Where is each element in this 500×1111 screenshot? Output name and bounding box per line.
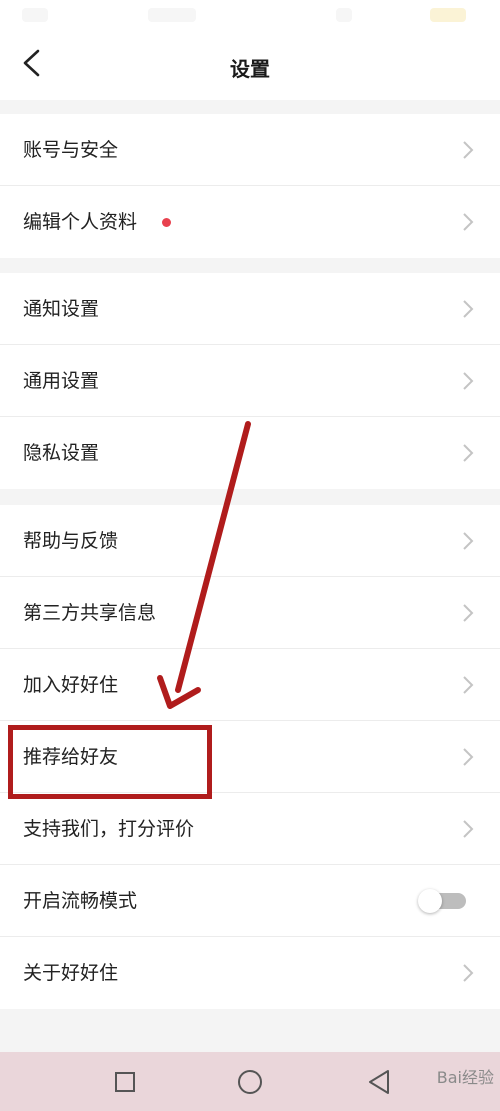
settings-group-general: 通知设置 通用设置 隐私设置 (0, 273, 500, 489)
chevron-right-icon (463, 676, 474, 694)
square-icon (115, 1072, 135, 1092)
settings-row-account-security[interactable]: 账号与安全 (0, 114, 500, 186)
row-label: 帮助与反馈 (23, 530, 119, 552)
chevron-right-icon (463, 748, 474, 766)
toggle-knob (418, 889, 442, 913)
row-label: 通知设置 (23, 298, 100, 320)
page-title: 设置 (230, 57, 270, 81)
triangle-back-icon (369, 1070, 389, 1094)
status-bar-icon (336, 8, 352, 22)
status-bar (0, 0, 500, 28)
row-label: 加入好好住 (23, 674, 119, 696)
settings-group-about: 帮助与反馈 第三方共享信息 加入好好住 推荐给好友 支持我们，打分评价 开启流畅… (0, 505, 500, 1009)
row-label: 开启流畅模式 (23, 890, 138, 912)
row-label: 编辑个人资料 (23, 211, 138, 233)
chevron-right-icon (463, 820, 474, 838)
header: 设置 (0, 28, 500, 100)
row-label: 关于好好住 (23, 962, 119, 984)
settings-row-join[interactable]: 加入好好住 (0, 649, 500, 721)
home-button[interactable] (228, 1060, 272, 1104)
notification-dot (162, 218, 171, 227)
row-label: 第三方共享信息 (23, 602, 157, 624)
chevron-right-icon (463, 372, 474, 390)
row-label: 账号与安全 (23, 139, 119, 161)
settings-row-help-feedback[interactable]: 帮助与反馈 (0, 505, 500, 577)
recent-apps-button[interactable] (103, 1060, 147, 1104)
settings-row-about[interactable]: 关于好好住 (0, 937, 500, 1009)
chevron-right-icon (463, 604, 474, 622)
settings-row-privacy[interactable]: 隐私设置 (0, 417, 500, 489)
settings-row-smooth-mode: 开启流畅模式 (0, 865, 500, 937)
chevron-right-icon (463, 532, 474, 550)
row-label: 隐私设置 (23, 442, 100, 464)
settings-row-general[interactable]: 通用设置 (0, 345, 500, 417)
row-label: 支持我们，打分评价 (23, 818, 195, 840)
settings-row-third-party-sharing[interactable]: 第三方共享信息 (0, 577, 500, 649)
status-bar-icon (22, 8, 48, 22)
row-label: 推荐给好友 (23, 746, 119, 768)
circle-icon (238, 1070, 262, 1094)
status-bar-icon (148, 8, 196, 22)
smooth-mode-toggle[interactable] (418, 889, 466, 913)
chevron-right-icon (463, 444, 474, 462)
battery-icon (430, 8, 466, 22)
chevron-right-icon (463, 964, 474, 982)
settings-group-account: 账号与安全 编辑个人资料 (0, 114, 500, 258)
watermark-text: Bai经验 (436, 1068, 494, 1087)
chevron-right-icon (463, 300, 474, 318)
row-label: 通用设置 (23, 370, 100, 392)
settings-row-rate-us[interactable]: 支持我们，打分评价 (0, 793, 500, 865)
chevron-right-icon (463, 141, 474, 159)
settings-row-notifications[interactable]: 通知设置 (0, 273, 500, 345)
settings-row-edit-profile[interactable]: 编辑个人资料 (0, 186, 500, 258)
settings-row-recommend-to-friends[interactable]: 推荐给好友 (0, 721, 500, 793)
system-back-button[interactable] (358, 1060, 402, 1104)
system-navigation-bar: Bai经验 (0, 1052, 500, 1111)
chevron-right-icon (463, 213, 474, 231)
